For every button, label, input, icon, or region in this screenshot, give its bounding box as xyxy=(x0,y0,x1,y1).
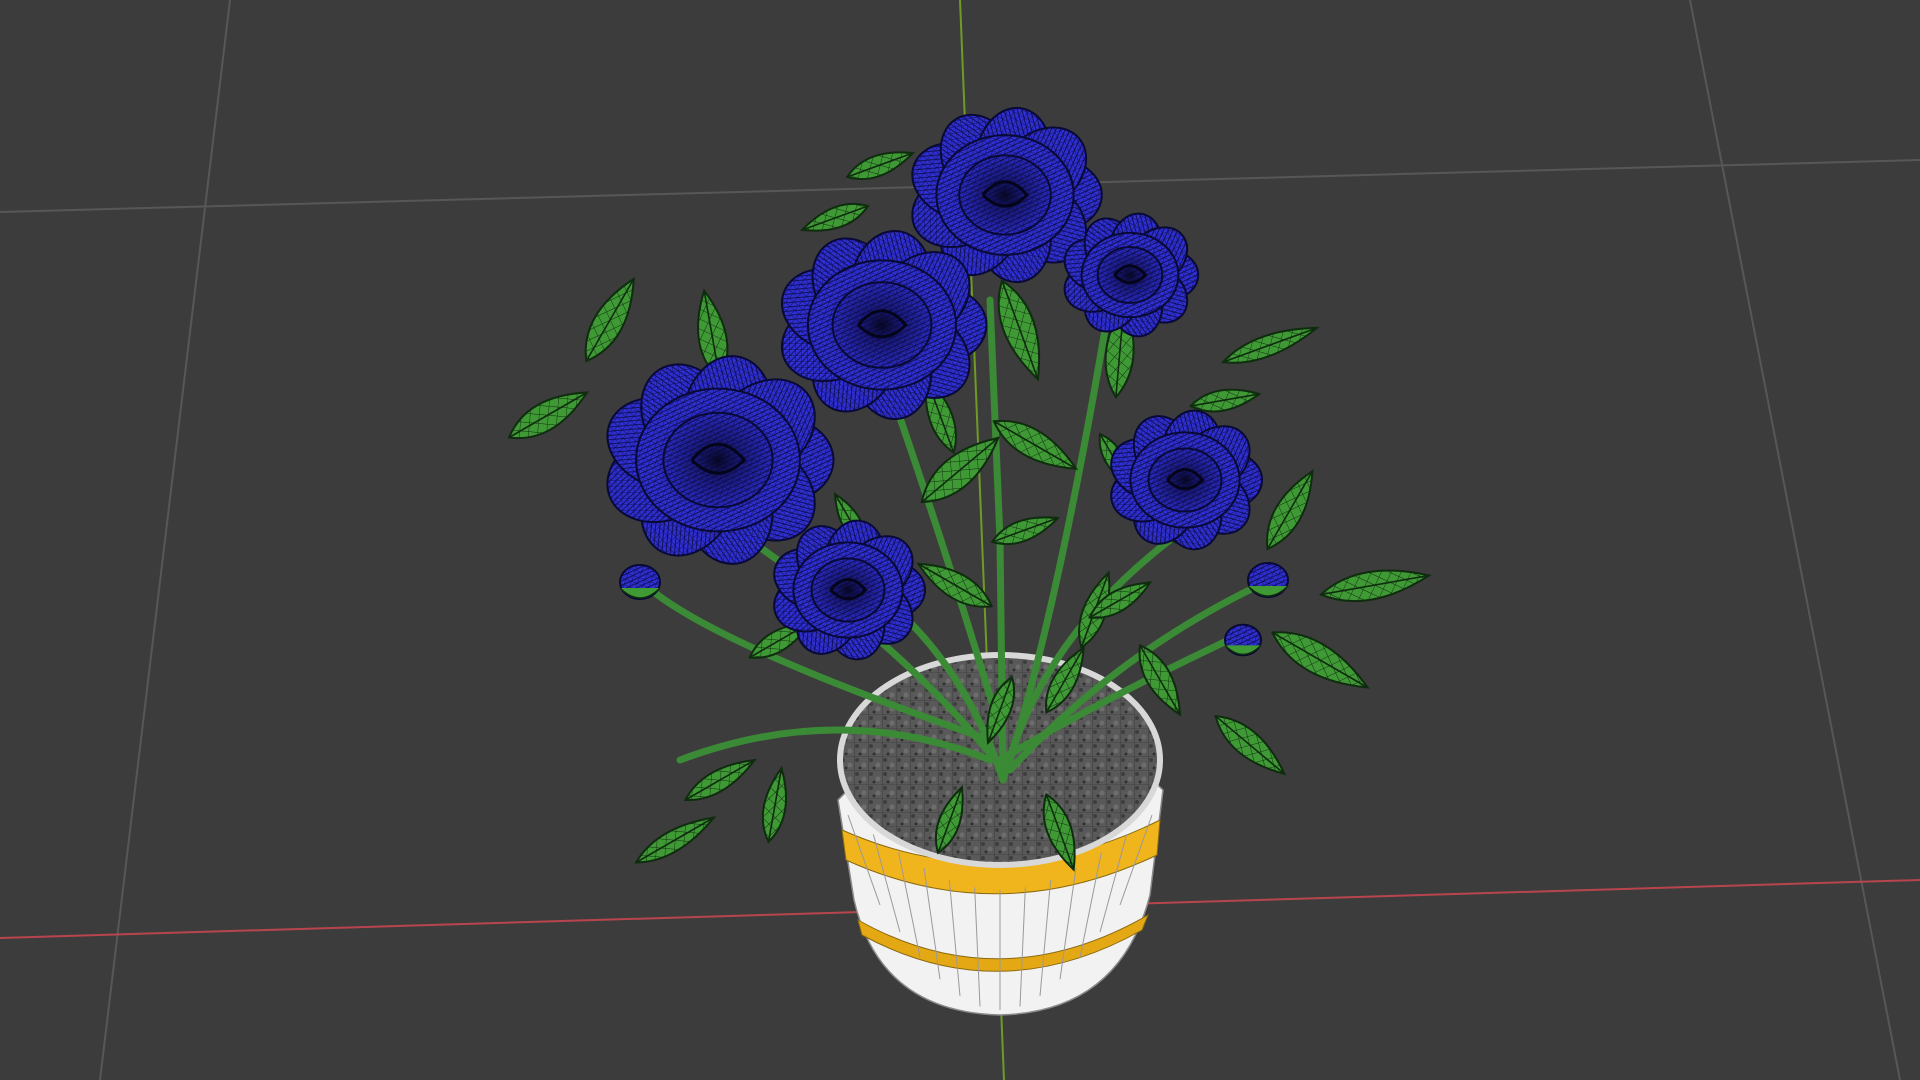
rose-bloom[interactable] xyxy=(1103,405,1263,556)
viewport-canvas[interactable] xyxy=(0,0,1920,1080)
3d-viewport[interactable] xyxy=(0,0,1920,1080)
leaf xyxy=(1270,631,1370,689)
leaf xyxy=(997,279,1041,382)
rose-bloom[interactable] xyxy=(594,347,835,573)
leaf xyxy=(507,391,589,440)
leaf xyxy=(845,151,916,181)
leaf xyxy=(634,816,717,864)
leaf xyxy=(799,202,870,232)
potted-rose-model[interactable] xyxy=(502,100,1432,1016)
rose-bud[interactable] xyxy=(1247,562,1289,598)
leaf xyxy=(683,758,757,802)
leaf xyxy=(1266,469,1314,551)
leaf xyxy=(761,765,787,844)
rose-bud[interactable] xyxy=(1224,623,1262,657)
leaf xyxy=(1220,326,1320,364)
leaf xyxy=(1214,714,1287,776)
rose-bud[interactable] xyxy=(619,564,661,600)
leaf xyxy=(1318,569,1432,603)
leaf xyxy=(584,276,635,363)
leaf xyxy=(992,419,1079,470)
